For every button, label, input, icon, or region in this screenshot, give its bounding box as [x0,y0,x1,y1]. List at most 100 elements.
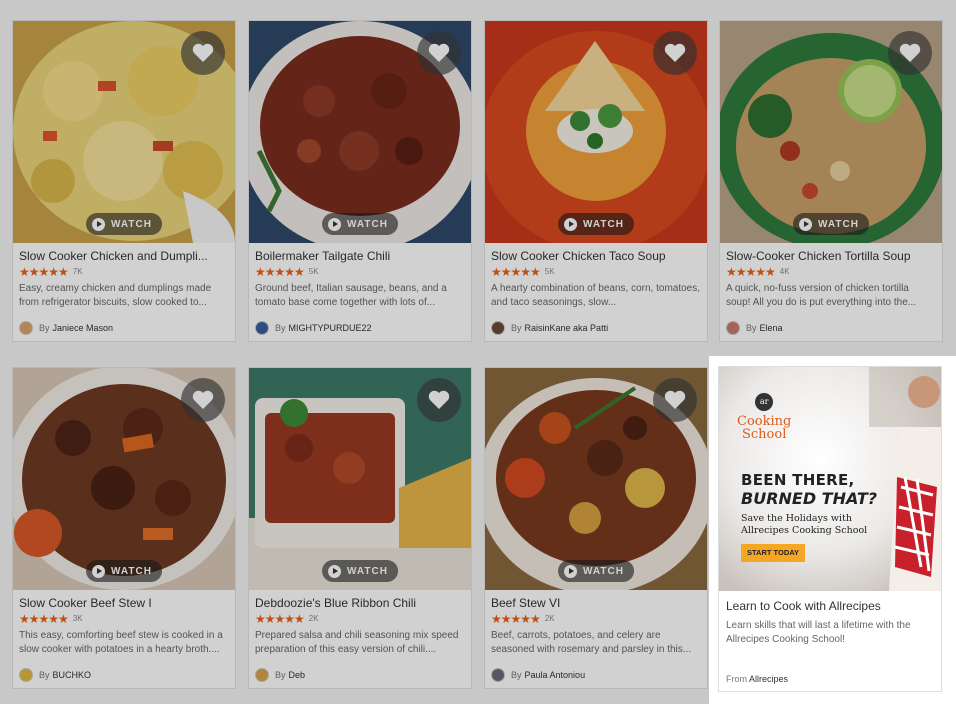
author-name[interactable]: Paula Antoniou [525,670,586,680]
recipe-description: Easy, creamy chicken and dumplings made … [19,283,212,308]
save-heart-button[interactable] [181,31,225,75]
rating-count: 7K [72,267,83,276]
recipe-description: Prepared salsa and chili seasoning mix s… [255,630,459,655]
save-heart-button[interactable] [888,31,932,75]
recipe-title[interactable]: Slow Cooker Chicken Taco Soup [491,249,701,263]
save-heart-button[interactable] [653,31,697,75]
recipe-author[interactable]: By MIGHTYPURDUE22 [255,321,372,335]
recipe-photo[interactable]: WATCH [249,21,471,243]
ad-headline-1: BEEN THERE, [741,471,855,489]
recipe-author[interactable]: By Deb [255,668,305,682]
recipe-author[interactable]: By Elena [726,321,783,335]
recipe-description: Beef, carrots, potatoes, and celery are … [491,630,692,655]
recipe-card[interactable]: WATCH Debdoozie's Blue Ribbon Chili ★★★★… [248,367,472,689]
stars-icon: ★★★★★ [19,611,69,626]
watch-label: WATCH [347,218,388,230]
recipe-card[interactable]: WATCH Slow Cooker Beef Stew I ★★★★★ 3K Th… [12,367,236,689]
rating: ★★★★★ 3K [19,611,229,626]
avatar [491,668,505,682]
rating: ★★★★★ 2K [491,611,701,626]
heart-icon [192,390,214,409]
recipe-title[interactable]: Slow Cooker Beef Stew I [19,596,229,610]
avatar [255,668,269,682]
recipe-card[interactable]: WATCH Beef Stew VI ★★★★★ 2K Beef, carrots… [484,367,708,689]
recipe-photo[interactable]: WATCH [13,368,235,590]
recipe-card[interactable]: WATCH Boilermaker Tailgate Chili ★★★★★ 5K… [248,20,472,342]
author-name[interactable]: Deb [289,670,306,680]
rating: ★★★★★ 5K [255,264,465,279]
recipe-card[interactable]: WATCH Slow Cooker Chicken Taco Soup ★★★★… [484,20,708,342]
recipe-title[interactable]: Slow-Cooker Chicken Tortilla Soup [726,249,936,263]
watch-label: WATCH [111,218,152,230]
play-icon [564,564,578,578]
play-icon [328,564,342,578]
save-heart-button[interactable] [653,378,697,422]
avatar [491,321,505,335]
rating: ★★★★★ 5K [491,264,701,279]
avatar [255,321,269,335]
watch-label: WATCH [583,565,624,577]
ad-description: Learn skills that will last a lifetime w… [726,620,911,645]
recipe-title[interactable]: Slow Cooker Chicken and Dumpli... [19,249,229,263]
rating-count: 2K [544,614,555,623]
watch-video-button[interactable]: WATCH [322,213,398,235]
play-icon [564,217,578,231]
by-label: By [511,670,522,680]
by-label: By [746,323,757,333]
rating: ★★★★★ 7K [19,265,229,279]
ad-source-name[interactable]: Allrecipes [749,674,788,684]
author-name[interactable]: Elena [760,323,783,333]
by-label: By [39,323,50,333]
logo-line2: School [741,427,787,442]
ad-source: From Allrecipes [726,674,788,684]
recipe-title[interactable]: Beef Stew VI [491,596,701,610]
recipe-description: A hearty combination of beans, corn, tom… [491,283,701,308]
stars-icon: ★★★★★ [491,611,541,626]
watch-label: WATCH [583,218,624,230]
recipe-author[interactable]: By BUCHKO [19,668,91,682]
heart-icon [428,43,450,62]
watch-video-button[interactable]: WATCH [558,560,634,582]
rating-count: 3K [72,614,83,623]
author-name[interactable]: RaisinKane aka Patti [525,323,609,333]
ad-title[interactable]: Learn to Cook with Allrecipes [726,599,881,613]
recipe-photo[interactable]: WATCH [720,21,942,243]
play-icon [92,564,106,578]
save-heart-button[interactable] [181,378,225,422]
play-icon [799,217,813,231]
stars-icon: ★★★★★ [491,264,541,279]
stars-icon: ★★★★★ [255,264,305,279]
recipe-author[interactable]: By Paula Antoniou [491,668,585,682]
ad-headline-2: BURNED THAT? [741,489,878,508]
recipe-card[interactable]: WATCH Slow-Cooker Chicken Tortilla Soup … [719,20,943,342]
recipe-photo[interactable]: WATCH [485,368,707,590]
recipe-title[interactable]: Boilermaker Tailgate Chili [255,249,465,263]
recipe-title[interactable]: Debdoozie's Blue Ribbon Chili [255,596,465,610]
watch-video-button[interactable]: WATCH [322,560,398,582]
recipe-author[interactable]: By RaisinKane aka Patti [491,321,608,335]
sponsored-ad-card[interactable]: ar Cooking School BEEN THERE, BURNED THA… [718,366,942,692]
start-today-button[interactable]: START TODAY [741,544,805,562]
recipe-photo[interactable]: WATCH [485,21,707,243]
heart-icon [428,390,450,409]
author-name[interactable]: BUCHKO [53,670,92,680]
author-name[interactable]: Janiece Mason [53,323,114,333]
stars-icon: ★★★★★ [726,264,776,279]
save-heart-button[interactable] [417,378,461,422]
watch-video-button[interactable]: WATCH [558,213,634,235]
watch-video-button[interactable]: WATCH [793,213,869,235]
recipe-author[interactable]: By Janiece Mason [19,321,113,335]
recipe-photo[interactable]: WATCH [249,368,471,590]
recipe-card[interactable]: WATCH Slow Cooker Chicken and Dumpli... … [12,20,236,342]
rating-count: 5K [308,267,319,276]
by-label: By [275,670,286,680]
author-name[interactable]: MIGHTYPURDUE22 [289,323,372,333]
save-heart-button[interactable] [417,31,461,75]
watch-video-button[interactable]: WATCH [86,560,162,582]
by-label: By [511,323,522,333]
watch-video-button[interactable]: WATCH [86,213,162,235]
rating-count: 4K [779,267,790,276]
recipe-photo[interactable]: WATCH [13,21,235,243]
by-label: By [275,323,286,333]
ad-banner-image[interactable]: ar Cooking School BEEN THERE, BURNED THA… [719,367,941,591]
